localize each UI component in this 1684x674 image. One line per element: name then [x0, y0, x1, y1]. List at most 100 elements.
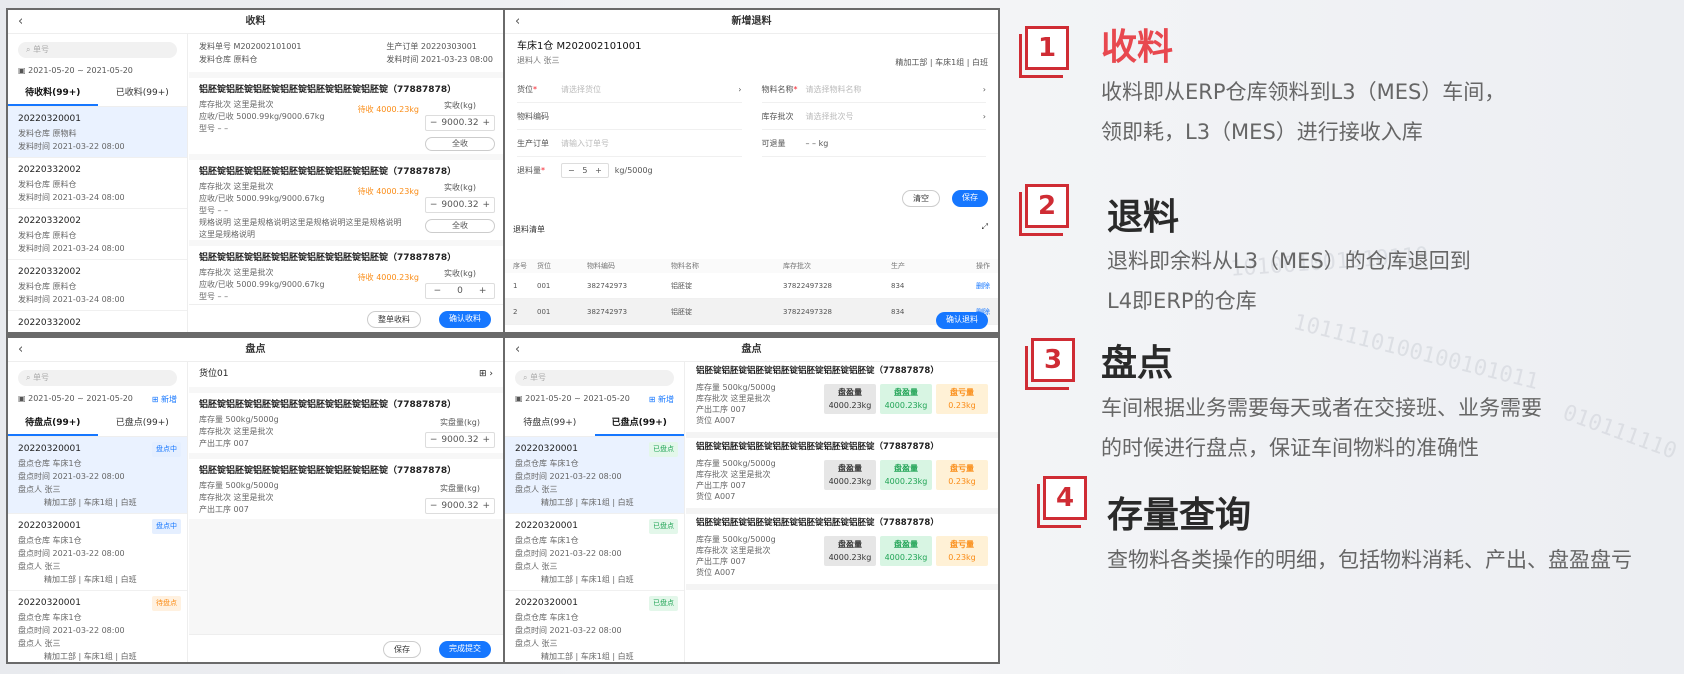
feature-desc: 查物料各类操作的明细，包括物料消耗、产出、盘盈盘亏: [1107, 548, 1632, 572]
tab-pending[interactable]: 待收料(99+): [8, 79, 98, 106]
list-item[interactable]: 20220320001 盘点中 盘点仓库 车床1仓 盘点时间 2021-03-22 0…: [8, 514, 187, 591]
inventory-card: 铝胚锭铝胚锭铝胚锭铝胚锭铝胚锭铝胚锭铝胚锭（77887878） 库存量 500k…: [189, 393, 503, 453]
list-item[interactable]: 20220320001 已盘点 盘点仓库 车床1仓 盘点时间 2021-03-22 0…: [505, 437, 684, 514]
return-panel: ‹ 新增退料 车床1仓 M202002101001 退料人 张三 精加工部 | 车床1…: [505, 10, 998, 332]
inventory-detail-pane: 货位01 ⊞ › 铝胚锭铝胚锭铝胚锭铝胚锭铝胚锭铝胚锭铝胚锭（77887878） …: [189, 362, 503, 662]
plus-button: +: [482, 118, 491, 128]
available-qty: 可退量 – – kg: [761, 130, 986, 157]
inventory-done-panel: ‹ 盘点 ⌕ 单号 ▣ 2021-05-20 ~ 2021-05-20 ⊞ 新增 待…: [505, 338, 998, 662]
clear-button[interactable]: 清空: [902, 190, 940, 207]
return-header: 车床1仓 M202002101001 退料人 张三 精加工部 | 车床1组 | 白班: [517, 41, 988, 67]
date-filter[interactable]: ▣ 2021-05-20 ~ 2021-05-20 ⊞ 新增: [8, 390, 187, 409]
pending-amount: 待收 4000.23kg: [357, 187, 419, 196]
number-2-icon: 2: [1019, 184, 1073, 238]
list-item[interactable]: 20220320001 已盘点 盘点仓库 车床1仓 盘点时间 2021-03-22 0…: [505, 591, 684, 662]
inventory-footer: 保存 完成提交: [189, 634, 503, 662]
status-badge: 盘点中: [152, 442, 181, 457]
expand-icon[interactable]: ⊞ ›: [479, 368, 493, 381]
confirm-receive-button[interactable]: 确认收料: [439, 311, 491, 328]
submit-button[interactable]: 完成提交: [439, 641, 491, 658]
inventory-result-card: 铝胚锭铝胚锭铝胚锭铝胚锭铝胚锭铝胚锭铝胚锭（77887878） 库存量 500k…: [686, 438, 998, 514]
list-item[interactable]: 20220320001 待盘点 盘点仓库 车床1仓 盘点时间 2021-03-22 0…: [8, 591, 187, 662]
quantity-stepper[interactable]: −9000.32 +: [425, 197, 495, 213]
search-input[interactable]: ⌕ 单号: [18, 370, 177, 386]
feature-desc: 退料即余料从L3（MES）的仓库退回到: [1107, 249, 1471, 273]
page-title: 新增退料: [731, 16, 772, 27]
back-icon[interactable]: ‹: [18, 338, 23, 362]
inventory-titlebar: ‹ 盘点: [8, 338, 503, 362]
feature-desc: 车间根据业务需要每天或者在交接班、业务需要: [1101, 396, 1542, 420]
return-qty-field[interactable]: 退料量* − 5 + kg/5000g: [517, 157, 742, 184]
list-item[interactable]: 20220332002 发料仓库 原料仓 发料时间 2021-03-24 08:00: [8, 158, 187, 209]
list-item[interactable]: 20220320001 盘点中 盘点仓库 车床1仓 盘点时间 2021-03-22 0…: [8, 437, 187, 514]
feature-title: 退料: [1107, 197, 1180, 238]
inventory-tabs: 待盘点(99+) 已盘点(99+): [505, 409, 684, 437]
tab-pending[interactable]: 待盘点(99+): [505, 409, 595, 436]
receive-all-button[interactable]: 全收: [425, 219, 495, 233]
receive-all-button[interactable]: 全收: [425, 137, 495, 151]
feature-title: 盘点: [1101, 343, 1174, 384]
inventory-result-pane: 铝胚锭铝胚锭铝胚锭铝胚锭铝胚锭铝胚锭铝胚锭（77887878） 库存量 500k…: [686, 362, 998, 662]
page-title: 盘点: [741, 344, 762, 355]
inventory-list-pane: ⌕ 单号 ▣ 2021-05-20 ~ 2021-05-20 ⊞ 新增 待盘点(9…: [505, 362, 685, 662]
list-item[interactable]: 20220320001 已盘点 盘点仓库 车床1仓 盘点时间 2021-03-22 0…: [505, 514, 684, 591]
receive-footer: 整单收料 确认收料: [189, 304, 503, 332]
number-4-icon: 4: [1037, 476, 1091, 530]
page-title: 盘点: [245, 344, 266, 355]
return-titlebar: ‹ 新增退料: [505, 10, 998, 34]
receive-tabs: 待收料(99+) 已收料(99+): [8, 79, 187, 107]
material-code-field[interactable]: 物料编码: [517, 103, 742, 130]
date-filter[interactable]: ▣ 2021-05-20 ~ 2021-05-20 ⊞ 新增: [505, 390, 684, 409]
inventory-result-card: 铝胚锭铝胚锭铝胚锭铝胚锭铝胚锭铝胚锭铝胚锭（77887878） 库存量 500k…: [686, 514, 998, 590]
add-button[interactable]: ⊞ 新增: [649, 394, 674, 405]
page-title: 收料: [245, 16, 266, 27]
list-item[interactable]: 20220332002 发料仓库 原料仓 发料时间 2021-03-24 08:00: [8, 260, 187, 311]
batch-field[interactable]: 库存批次 请选择批次号 ›: [761, 103, 986, 130]
list-item[interactable]: 20220320001 发料仓库 原物料 发料时间 2021-03-22 08:00: [8, 107, 187, 158]
confirm-return-button[interactable]: 确认退料: [936, 312, 988, 329]
tab-done[interactable]: 已盘点(99+): [594, 409, 684, 436]
receive-list-pane: ⌕ 单号 ▣ 2021-05-20 ~ 2021-05-20 待收料(99+) …: [8, 34, 188, 332]
status-badge: 已盘点: [649, 596, 678, 611]
search-input[interactable]: ⌕ 单号: [515, 370, 674, 386]
add-button[interactable]: ⊞ 新增: [152, 394, 177, 405]
list-item[interactable]: 20220332002 发料仓库 原料仓 发料时间 2021-03-24 08:00: [8, 209, 187, 260]
count-stepper[interactable]: −9000.32 +: [425, 432, 495, 448]
expand-icon[interactable]: ⤢: [982, 222, 988, 232]
search-input[interactable]: ⌕ 单号: [18, 42, 177, 58]
material-name-field[interactable]: 物料名称* 请选择物料名称 ›: [761, 76, 986, 103]
minus-button: −: [429, 118, 438, 128]
tab-done[interactable]: 已盘点(99+): [98, 409, 188, 436]
receive-whole-order-button[interactable]: 整单收料: [367, 311, 421, 328]
quantity-stepper[interactable]: −0 +: [425, 283, 495, 299]
status-badge: 已盘点: [649, 519, 678, 534]
status-badge: 盘点中: [152, 519, 181, 534]
table-header: 序号 货位 物料编码 物料名称 库存批次 生产 操作: [505, 259, 998, 273]
feature-title: 存量查询: [1107, 495, 1252, 536]
save-button[interactable]: 保存: [952, 190, 988, 207]
order-field[interactable]: 生产订单 请输入订单号: [517, 130, 742, 157]
surplus-stat: 盘盈量 4000.23kg: [880, 384, 932, 414]
table-row: 1 001 382742973 铝胚锭 37822497328 834 删除: [505, 273, 998, 299]
status-badge: 待盘点: [152, 596, 181, 611]
save-button[interactable]: 保存: [383, 641, 421, 658]
screenshot-collage: ‹ 收料 ⌕ 单号 ▣ 2021-05-20 ~ 2021-05-20 待收料(9…: [6, 8, 1000, 664]
inventory-tabs: 待盘点(99+) 已盘点(99+): [8, 409, 187, 437]
delete-link[interactable]: 删除: [967, 273, 990, 299]
loss-stat: 盘亏量 0.23kg: [936, 384, 988, 414]
list-item[interactable]: 20220332002: [8, 311, 187, 332]
location-field[interactable]: 货位* 请选择货位 ›: [517, 76, 742, 103]
date-filter[interactable]: ▣ 2021-05-20 ~ 2021-05-20: [8, 62, 187, 79]
count-stepper[interactable]: −9000.32 +: [425, 498, 495, 514]
back-icon[interactable]: ‹: [18, 10, 23, 34]
inventory-result-card: 铝胚锭铝胚锭铝胚锭铝胚锭铝胚锭铝胚锭铝胚锭（77887878） 库存量 500k…: [686, 362, 998, 438]
tab-pending[interactable]: 待盘点(99+): [8, 409, 98, 436]
return-table: 序号 货位 物料编码 物料名称 库存批次 生产 操作 1 001 382742973 铝胚锭 378…: [505, 259, 998, 325]
feature-desc: L4即ERP的仓库: [1107, 289, 1257, 313]
tab-received[interactable]: 已收料(99+): [98, 79, 188, 106]
back-icon[interactable]: ‹: [515, 10, 520, 34]
inventory-titlebar: ‹ 盘点: [505, 338, 998, 362]
return-fields: 货位* 请选择货位 › 物料名称* 请选择物料名称 › 物料编码 库存批次 请选择批次号 ›…: [505, 74, 998, 186]
quantity-stepper[interactable]: −9000.32 +: [425, 115, 495, 131]
back-icon[interactable]: ‹: [515, 338, 520, 362]
